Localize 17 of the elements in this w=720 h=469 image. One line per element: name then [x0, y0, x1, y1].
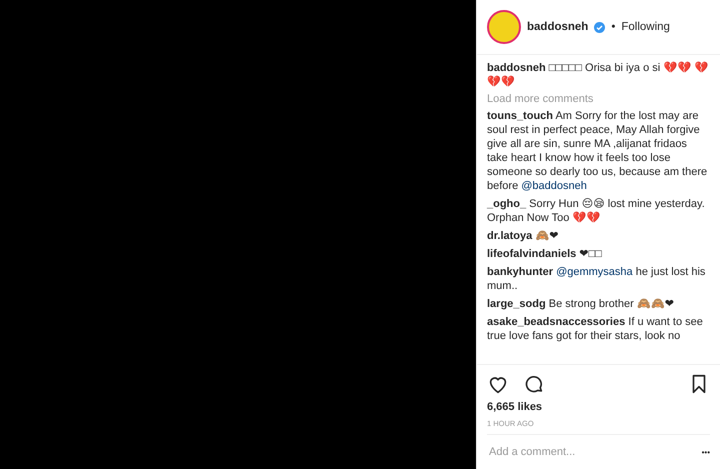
comment: bankyhunter @gemmysasha he just lost his mum..: [487, 265, 706, 293]
mention-link[interactable]: @baddosneh: [521, 180, 587, 192]
comment: dr.latoya 🙈❤: [487, 229, 560, 243]
caption: baddosneh □□□□□ Orisa bi iya o si 💔💔 💔💔💔: [487, 61, 710, 89]
mention-link[interactable]: @gemmysasha: [556, 266, 633, 278]
like-count[interactable]: 6,665 likes: [487, 401, 710, 413]
comment-icon[interactable]: [523, 373, 545, 395]
comment: lifeofalvindaniels ❤□□: [487, 247, 603, 261]
comment: large_sodg Be strong brother 🙈🙈❤: [487, 297, 676, 311]
comment: touns_touch Am Sorry for the lost may are soul rest in perfect peace, May Allah forgive give all are sin, sunre MA ,alijanat fridaos take heart I know how it feels too lose someone so dearly too us, because am there before @baddosneh: [487, 109, 708, 193]
comment: _ogho_ Sorry Hun 😔😪 lost mine yesterday. Orphan Now Too 💔💔: [487, 197, 706, 225]
avatar[interactable]: [487, 10, 521, 44]
separator-dot: •: [611, 21, 616, 33]
more-button[interactable]: •••: [702, 448, 710, 456]
comment: asake_beadsnaccessories If u want to see true love fans got for their stars, look no: [487, 315, 704, 343]
follow-status[interactable]: Following: [621, 21, 670, 33]
username[interactable]: baddosneh: [527, 21, 588, 33]
